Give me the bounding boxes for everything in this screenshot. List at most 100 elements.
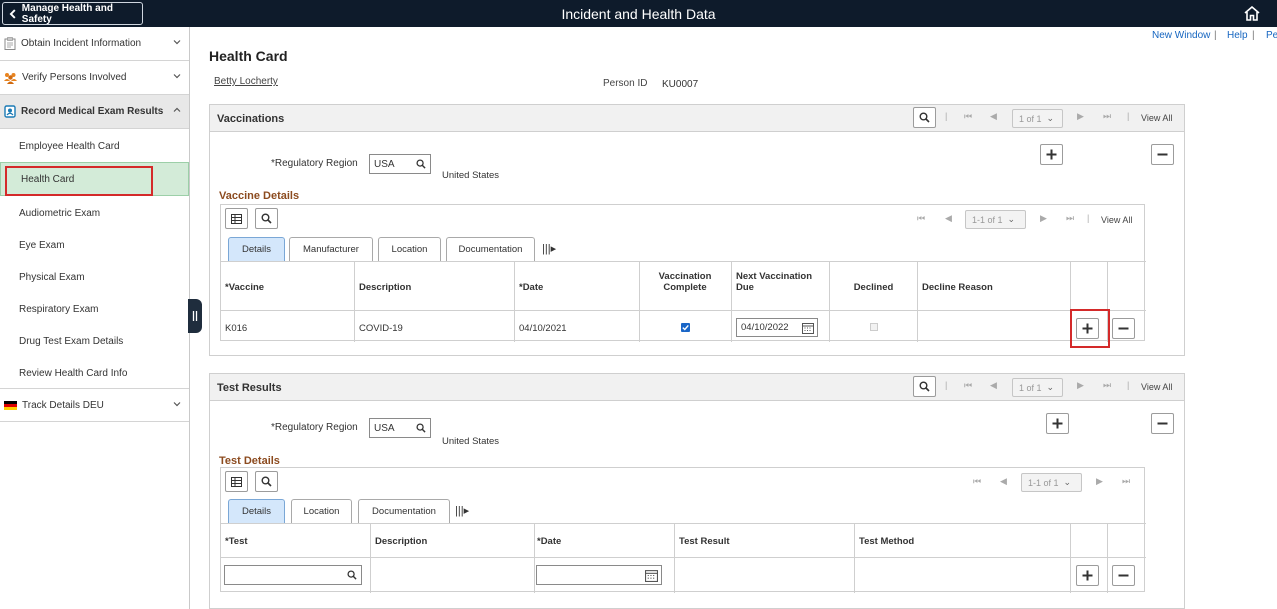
- new-window-link[interactable]: New Window: [1152, 30, 1210, 41]
- next-icon[interactable]: ▶: [1040, 213, 1047, 224]
- grid-personalize-button[interactable]: [225, 208, 248, 229]
- minus-icon: [1118, 574, 1129, 577]
- tab-details[interactable]: Details: [228, 499, 285, 523]
- calendar-icon[interactable]: [645, 569, 658, 582]
- sidebar-section-obtain-incident[interactable]: Obtain Incident Information: [0, 27, 189, 61]
- delete-region-button[interactable]: [1151, 144, 1174, 165]
- sidebar-item-eye-exam[interactable]: Eye Exam: [19, 240, 65, 251]
- delete-region-button[interactable]: [1151, 413, 1174, 434]
- test-grid-pager[interactable]: 1-1 of 1 ⌄: [1021, 473, 1082, 492]
- personalize-link[interactable]: Pe: [1266, 30, 1277, 41]
- regulatory-region-input[interactable]: USA: [369, 418, 431, 438]
- first-icon[interactable]: ⏮: [973, 476, 981, 487]
- test-results-view-all[interactable]: View All: [1141, 382, 1172, 392]
- grid-icon: [231, 213, 242, 224]
- sidebar-section-label: Record Medical Exam Results: [21, 106, 164, 117]
- grid-find-button[interactable]: [255, 208, 278, 229]
- divider: [674, 523, 675, 593]
- divider: [854, 523, 855, 593]
- prev-icon[interactable]: ◀: [990, 111, 997, 122]
- first-icon[interactable]: ⏮: [917, 213, 925, 224]
- divider: [829, 261, 830, 342]
- next-icon[interactable]: ▶: [1096, 476, 1103, 487]
- vaccinations-pager[interactable]: 1 of 1 ⌄: [1012, 109, 1063, 128]
- link-separator: |: [1252, 30, 1255, 41]
- declined-checkbox[interactable]: [870, 323, 878, 331]
- people-icon: [4, 72, 17, 84]
- sidebar-section-track-details[interactable]: Track Details DEU: [0, 388, 189, 422]
- sidebar-section-record-medical[interactable]: Record Medical Exam Results: [0, 95, 189, 129]
- regulatory-region-input[interactable]: USA: [369, 154, 431, 174]
- divider: [1070, 523, 1071, 593]
- search-icon: [261, 213, 272, 224]
- test-input[interactable]: [224, 565, 362, 585]
- vaccine-grid: ⏮ ◀ 1-1 of 1 ⌄ ▶ ⏭ | View All Details Man…: [220, 204, 1146, 348]
- grid-personalize-button[interactable]: [225, 471, 248, 492]
- delete-test-row-button[interactable]: [1112, 565, 1135, 586]
- sidebar: Obtain Incident Information Verify Perso…: [0, 27, 190, 609]
- add-test-row-button[interactable]: [1076, 565, 1099, 586]
- add-region-button[interactable]: [1040, 144, 1063, 165]
- sidebar-item-respiratory-exam[interactable]: Respiratory Exam: [19, 304, 98, 315]
- calendar-icon[interactable]: [802, 322, 814, 334]
- next-due-input[interactable]: 04/10/2022: [736, 318, 818, 337]
- nav-separator-icon: |: [1127, 380, 1130, 390]
- search-icon: [261, 476, 272, 487]
- search-icon[interactable]: [347, 570, 357, 580]
- tab-manufacturer[interactable]: Manufacturer: [289, 237, 373, 261]
- minus-icon: [1157, 153, 1168, 156]
- prev-icon[interactable]: ◀: [1000, 476, 1007, 487]
- help-link[interactable]: Help: [1227, 30, 1248, 41]
- cell-description: COVID-19: [359, 323, 403, 334]
- test-date-input[interactable]: [536, 565, 662, 585]
- tab-location[interactable]: Location: [291, 499, 352, 523]
- search-icon[interactable]: [416, 159, 426, 169]
- last-icon[interactable]: ⏭: [1066, 213, 1074, 224]
- chevron-down-icon: ⌄: [1046, 113, 1055, 123]
- flag-icon: [4, 400, 17, 410]
- sidebar-item-audiometric-exam[interactable]: Audiometric Exam: [19, 208, 100, 219]
- sidebar-collapse-handle[interactable]: [188, 299, 202, 333]
- sidebar-section-verify-persons[interactable]: Verify Persons Involved: [0, 61, 189, 95]
- next-icon[interactable]: ▶: [1077, 380, 1084, 391]
- vaccination-complete-checkbox[interactable]: [681, 323, 690, 332]
- tab-details[interactable]: Details: [228, 237, 285, 261]
- tab-label: Location: [391, 244, 428, 255]
- last-icon[interactable]: ⏭: [1103, 111, 1111, 122]
- clipboard-icon: [4, 37, 16, 50]
- search-icon: [919, 112, 930, 123]
- tab-documentation[interactable]: Documentation: [358, 499, 450, 523]
- last-icon[interactable]: ⏭: [1122, 476, 1130, 487]
- delete-vaccine-row-button[interactable]: [1112, 318, 1135, 339]
- vaccine-grid-view-all[interactable]: View All: [1101, 215, 1132, 225]
- vaccinations-search-button[interactable]: [913, 107, 936, 128]
- first-icon[interactable]: ⏮: [964, 111, 972, 122]
- home-icon[interactable]: [1244, 6, 1260, 21]
- person-id-value: KU0007: [662, 79, 699, 90]
- first-icon[interactable]: ⏮: [964, 380, 972, 391]
- sidebar-item-drug-test[interactable]: Drug Test Exam Details: [19, 336, 123, 347]
- person-name: Betty Locherty: [214, 76, 278, 87]
- check-icon: [682, 324, 689, 331]
- grid-find-button[interactable]: [255, 471, 278, 492]
- show-all-columns-icon[interactable]: |||▸: [455, 504, 469, 517]
- sidebar-item-review-health-card[interactable]: Review Health Card Info: [19, 368, 127, 379]
- plus-icon: [1052, 418, 1063, 429]
- prev-icon[interactable]: ◀: [945, 213, 952, 224]
- last-icon[interactable]: ⏭: [1103, 380, 1111, 391]
- sidebar-item-physical-exam[interactable]: Physical Exam: [19, 272, 85, 283]
- vaccinations-view-all[interactable]: View All: [1141, 113, 1172, 123]
- test-results-search-button[interactable]: [913, 376, 936, 397]
- add-region-button[interactable]: [1046, 413, 1069, 434]
- sidebar-section-label: Verify Persons Involved: [22, 72, 127, 83]
- next-icon[interactable]: ▶: [1077, 111, 1084, 122]
- sidebar-item-employee-health-card[interactable]: Employee Health Card: [19, 141, 120, 152]
- search-icon[interactable]: [416, 423, 426, 433]
- tab-documentation[interactable]: Documentation: [446, 237, 535, 261]
- test-results-pager[interactable]: 1 of 1 ⌄: [1012, 378, 1063, 397]
- tab-location[interactable]: Location: [378, 237, 441, 261]
- show-all-columns-icon[interactable]: |||▸: [542, 242, 556, 255]
- prev-icon[interactable]: ◀: [990, 380, 997, 391]
- vaccine-grid-pager[interactable]: 1-1 of 1 ⌄: [965, 210, 1026, 229]
- add-row-highlight: [1070, 309, 1110, 348]
